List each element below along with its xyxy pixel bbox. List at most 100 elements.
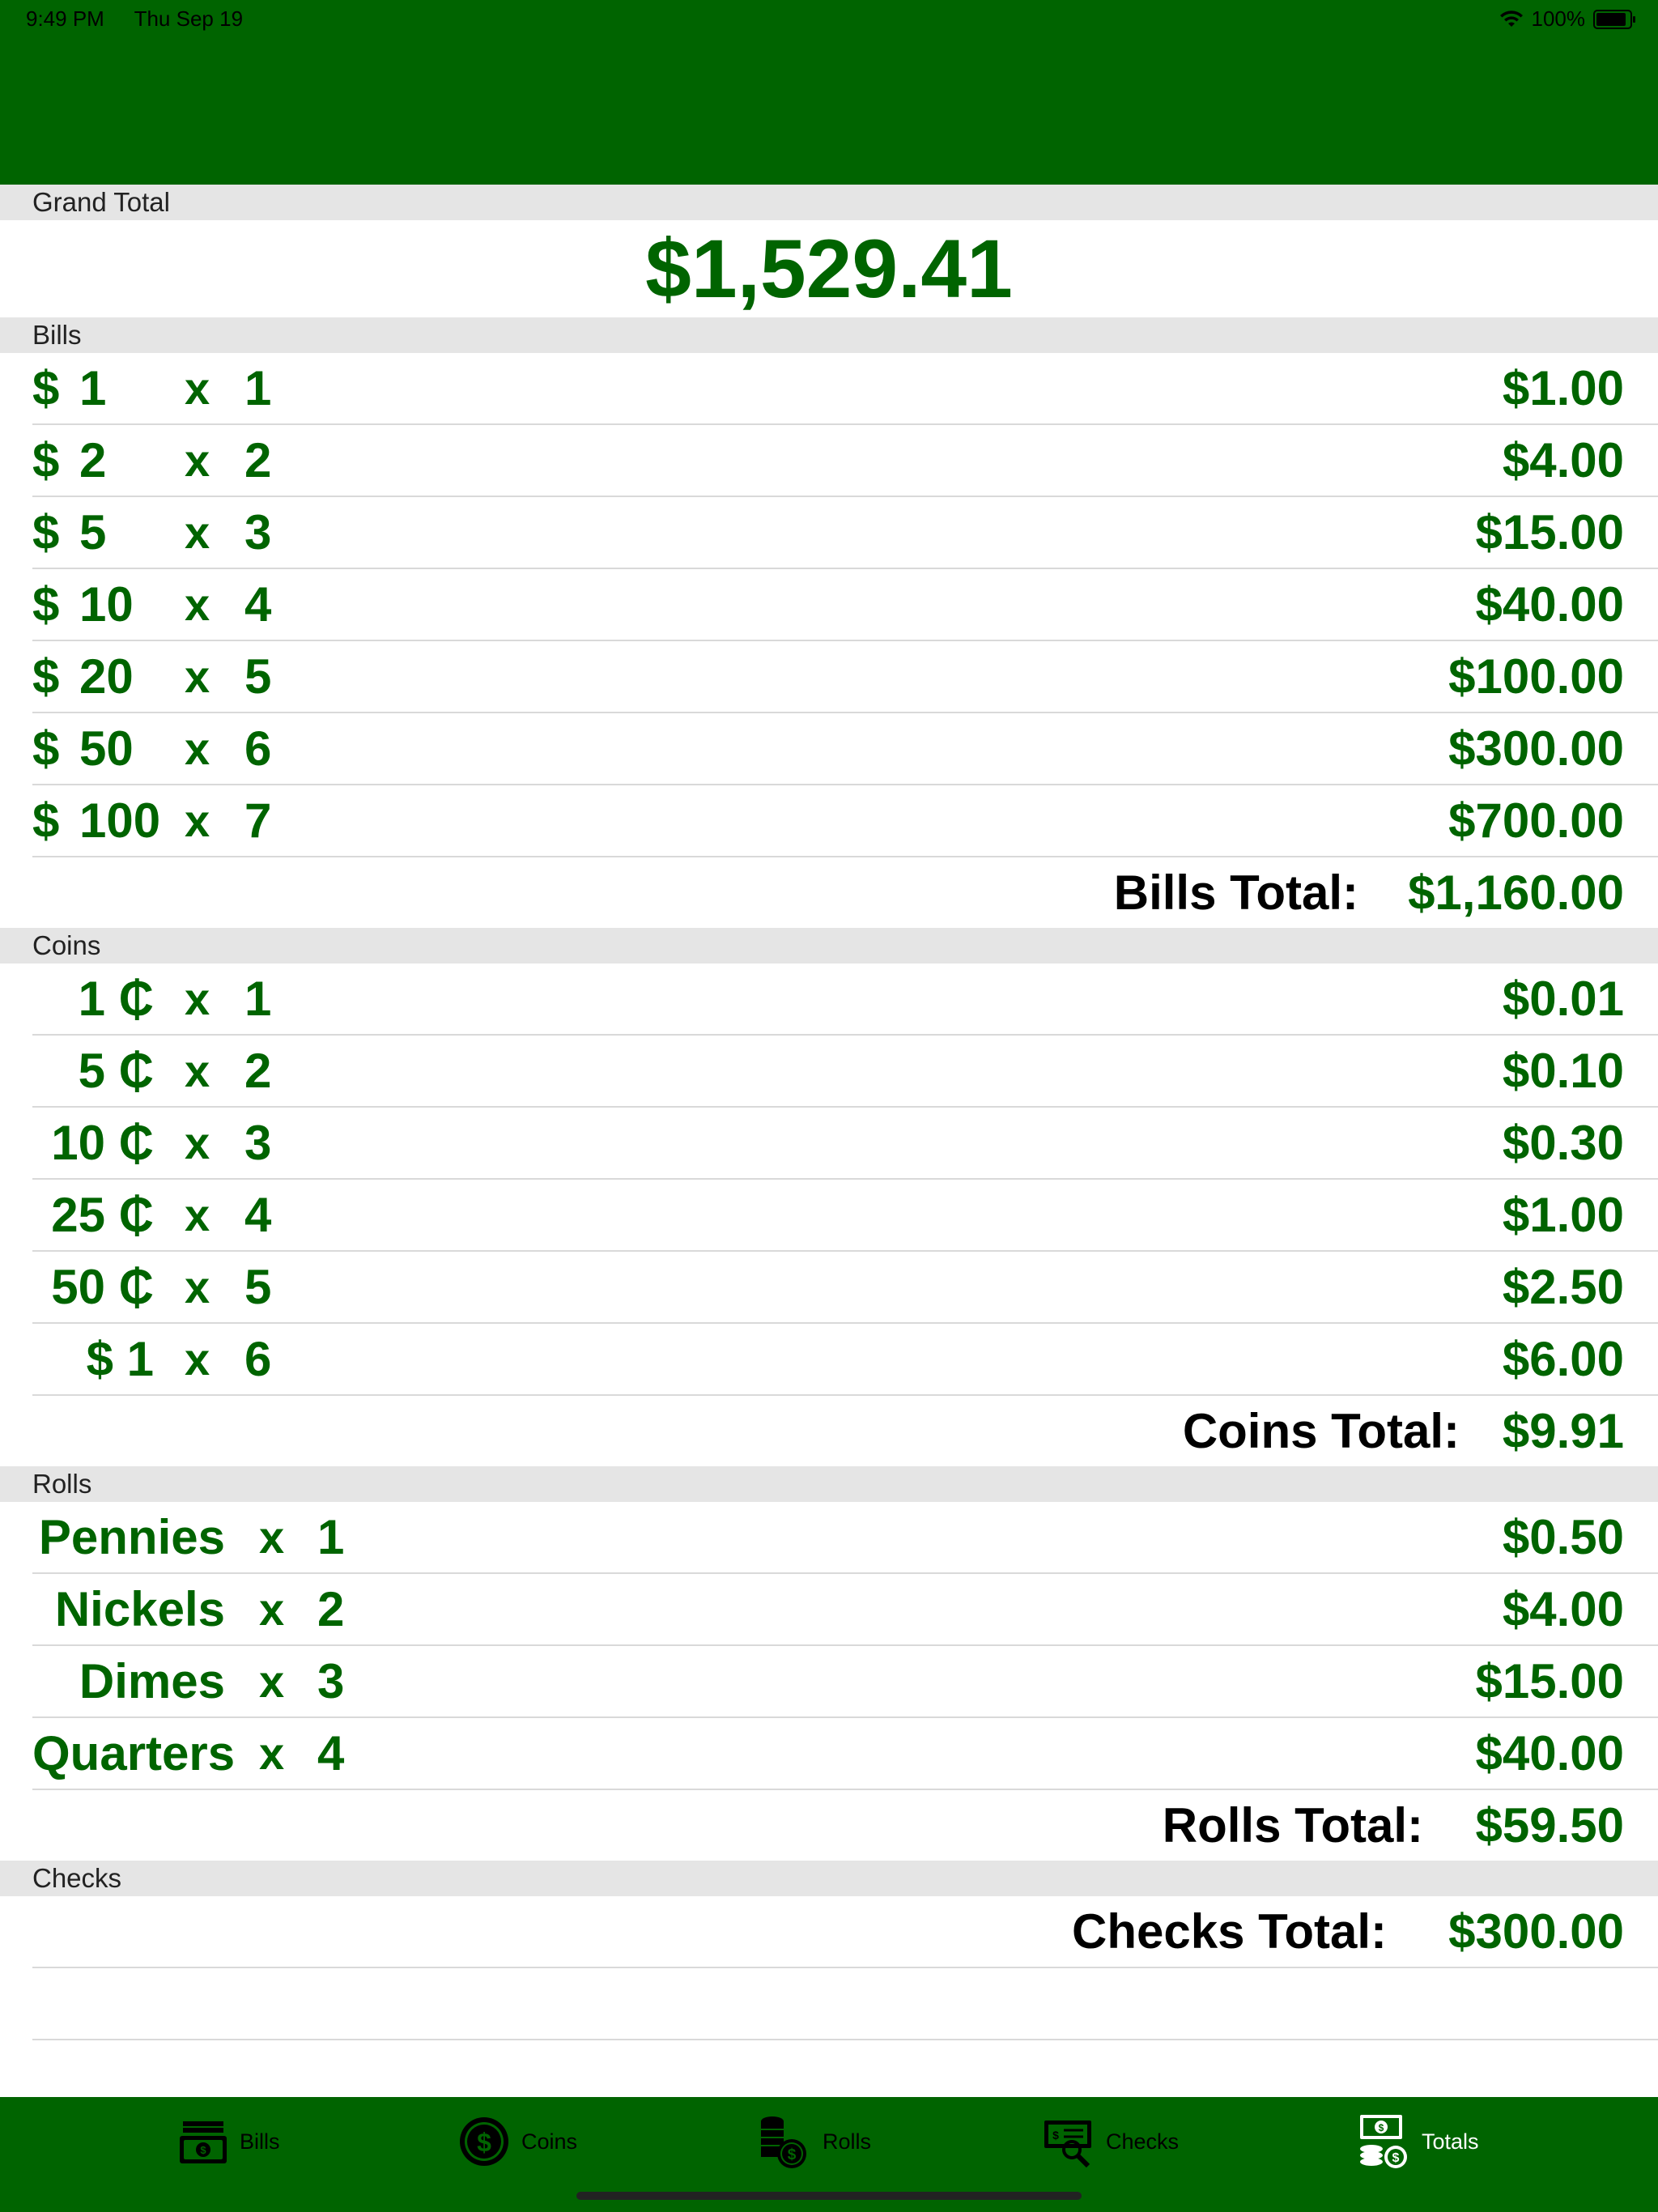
roll-type: Quarters bbox=[32, 1726, 236, 1780]
rolls-total-value: $59.50 bbox=[1475, 1798, 1624, 1853]
quantity: 4 bbox=[244, 577, 272, 632]
bill-denomination: $5 bbox=[32, 505, 107, 559]
row-value: $1.00 bbox=[1502, 361, 1624, 415]
totals-list[interactable]: Grand Total $1,529.41 Bills $1 x 1 $1.00 $2 x… bbox=[0, 185, 1658, 2040]
svg-text:$: $ bbox=[1392, 2151, 1400, 2165]
bills-row[interactable]: $5 x 3 $15.00 bbox=[32, 497, 1658, 569]
quantity: 5 bbox=[244, 649, 272, 704]
rolls-row[interactable]: Nickels x 2 $4.00 bbox=[32, 1574, 1658, 1646]
quantity: 3 bbox=[244, 505, 272, 559]
multiply-sign: x bbox=[185, 1117, 210, 1168]
checks-total-value: $300.00 bbox=[1448, 1904, 1624, 1959]
row-value: $700.00 bbox=[1448, 793, 1624, 848]
multiply-sign: x bbox=[185, 363, 210, 414]
row-value: $1.00 bbox=[1502, 1188, 1624, 1242]
bill-denomination: $2 bbox=[32, 433, 107, 487]
svg-text:$: $ bbox=[1379, 2122, 1384, 2133]
tab-totals[interactable]: $ $ Totals bbox=[1357, 2113, 1479, 2170]
multiply-sign: x bbox=[259, 1656, 285, 1707]
quantity: 7 bbox=[244, 793, 272, 848]
bills-row[interactable]: $2 x 2 $4.00 bbox=[32, 425, 1658, 497]
quantity: 1 bbox=[244, 361, 272, 415]
multiply-sign: x bbox=[185, 1261, 210, 1312]
quantity: 5 bbox=[244, 1260, 272, 1314]
coins-total-row: Coins Total: $9.91 bbox=[32, 1396, 1658, 1466]
coins-total-value: $9.91 bbox=[1502, 1404, 1624, 1458]
row-value: $40.00 bbox=[1475, 577, 1624, 632]
multiply-sign: x bbox=[259, 1584, 285, 1635]
tab-coins[interactable]: $ Coins bbox=[458, 2113, 577, 2170]
row-value: $6.00 bbox=[1502, 1332, 1624, 1386]
coin-denomination: 5 ₵ bbox=[78, 1044, 154, 1098]
row-value: $15.00 bbox=[1475, 1654, 1624, 1708]
quantity: 3 bbox=[317, 1654, 345, 1708]
multiply-sign: x bbox=[185, 1045, 210, 1096]
bill-denomination: $20 bbox=[32, 649, 134, 704]
roll-type: Dimes bbox=[79, 1654, 225, 1708]
home-indicator bbox=[576, 2192, 1082, 2200]
roll-type: Pennies bbox=[38, 1510, 225, 1564]
quantity: 6 bbox=[244, 721, 272, 776]
tab-coins-label: Coins bbox=[521, 2129, 578, 2154]
tab-rolls[interactable]: $ Rolls bbox=[755, 2113, 871, 2170]
multiply-sign: x bbox=[185, 1189, 210, 1240]
row-value: $300.00 bbox=[1448, 721, 1624, 776]
row-value: $15.00 bbox=[1475, 505, 1624, 559]
tab-rolls-label: Rolls bbox=[823, 2129, 872, 2154]
row-value: $4.00 bbox=[1502, 433, 1624, 487]
multiply-sign: x bbox=[185, 579, 210, 630]
bill-denomination: $50 bbox=[32, 721, 134, 776]
bills-row[interactable]: $1 x 1 $1.00 bbox=[32, 353, 1658, 425]
coins-row[interactable]: 10 ₵ x 3 $0.30 bbox=[32, 1108, 1658, 1180]
coins-row[interactable]: 50 ₵ x 5 $2.50 bbox=[32, 1252, 1658, 1324]
svg-text:$: $ bbox=[200, 2144, 206, 2156]
svg-text:$: $ bbox=[477, 2128, 491, 2157]
quantity: 1 bbox=[317, 1510, 345, 1564]
coins-row[interactable]: 5 ₵ x 2 $0.10 bbox=[32, 1036, 1658, 1108]
coin-denomination: 50 ₵ bbox=[51, 1260, 154, 1314]
status-date: Thu Sep 19 bbox=[134, 6, 244, 31]
tab-checks[interactable]: $ Checks bbox=[1043, 2113, 1179, 2170]
multiply-sign: x bbox=[259, 1728, 285, 1779]
rolls-row[interactable]: Pennies x 1 $0.50 bbox=[32, 1502, 1658, 1574]
quantity: 2 bbox=[244, 1044, 272, 1098]
bills-icon: $ bbox=[180, 2121, 227, 2163]
wifi-icon bbox=[1499, 10, 1523, 27]
coins-row[interactable]: $ 1 x 6 $6.00 bbox=[32, 1324, 1658, 1396]
bill-denomination: $100 bbox=[32, 793, 161, 848]
multiply-sign: x bbox=[185, 651, 210, 702]
quantity: 2 bbox=[244, 433, 272, 487]
tab-bills[interactable]: $ Bills bbox=[178, 2113, 280, 2170]
coin-denomination: 10 ₵ bbox=[51, 1116, 154, 1170]
tab-totals-label: Totals bbox=[1422, 2129, 1479, 2154]
bills-row[interactable]: $100 x 7 $700.00 bbox=[32, 785, 1658, 857]
coin-denomination: $ 1 bbox=[86, 1332, 154, 1386]
rolls-total-row: Rolls Total: $59.50 bbox=[32, 1790, 1658, 1861]
bills-row[interactable]: $20 x 5 $100.00 bbox=[32, 641, 1658, 713]
svg-text:$: $ bbox=[1052, 2129, 1059, 2142]
coins-row[interactable]: 1 ₵ x 1 $0.01 bbox=[32, 963, 1658, 1036]
section-header-rolls: Rolls bbox=[0, 1466, 1658, 1502]
coin-denomination: 25 ₵ bbox=[51, 1188, 154, 1242]
multiply-sign: x bbox=[185, 507, 210, 558]
quantity: 6 bbox=[244, 1332, 272, 1386]
coin-icon: $ bbox=[460, 2117, 508, 2166]
checks-total-row: Checks Total: $300.00 bbox=[32, 1896, 1658, 1968]
status-right: 100% bbox=[1499, 6, 1635, 32]
bills-row[interactable]: $50 x 6 $300.00 bbox=[32, 713, 1658, 785]
rolls-row[interactable]: Dimes x 3 $15.00 bbox=[32, 1646, 1658, 1718]
multiply-sign: x bbox=[185, 435, 210, 486]
bill-denomination: $1 bbox=[32, 361, 107, 415]
rolls-row[interactable]: Quarters x 4 $40.00 bbox=[32, 1718, 1658, 1790]
coins-row[interactable]: 25 ₵ x 4 $1.00 bbox=[32, 1180, 1658, 1252]
section-header-coins: Coins bbox=[0, 928, 1658, 963]
coin-denomination: 1 ₵ bbox=[78, 972, 154, 1026]
tab-bills-label: Bills bbox=[240, 2129, 280, 2154]
multiply-sign: x bbox=[259, 1512, 285, 1563]
bills-row[interactable]: $10 x 4 $40.00 bbox=[32, 569, 1658, 641]
bills-total-value: $1,160.00 bbox=[1408, 866, 1624, 920]
multiply-sign: x bbox=[185, 973, 210, 1024]
row-value: $2.50 bbox=[1502, 1260, 1624, 1314]
battery-percent: 100% bbox=[1531, 6, 1586, 31]
row-value: $0.01 bbox=[1502, 972, 1624, 1026]
